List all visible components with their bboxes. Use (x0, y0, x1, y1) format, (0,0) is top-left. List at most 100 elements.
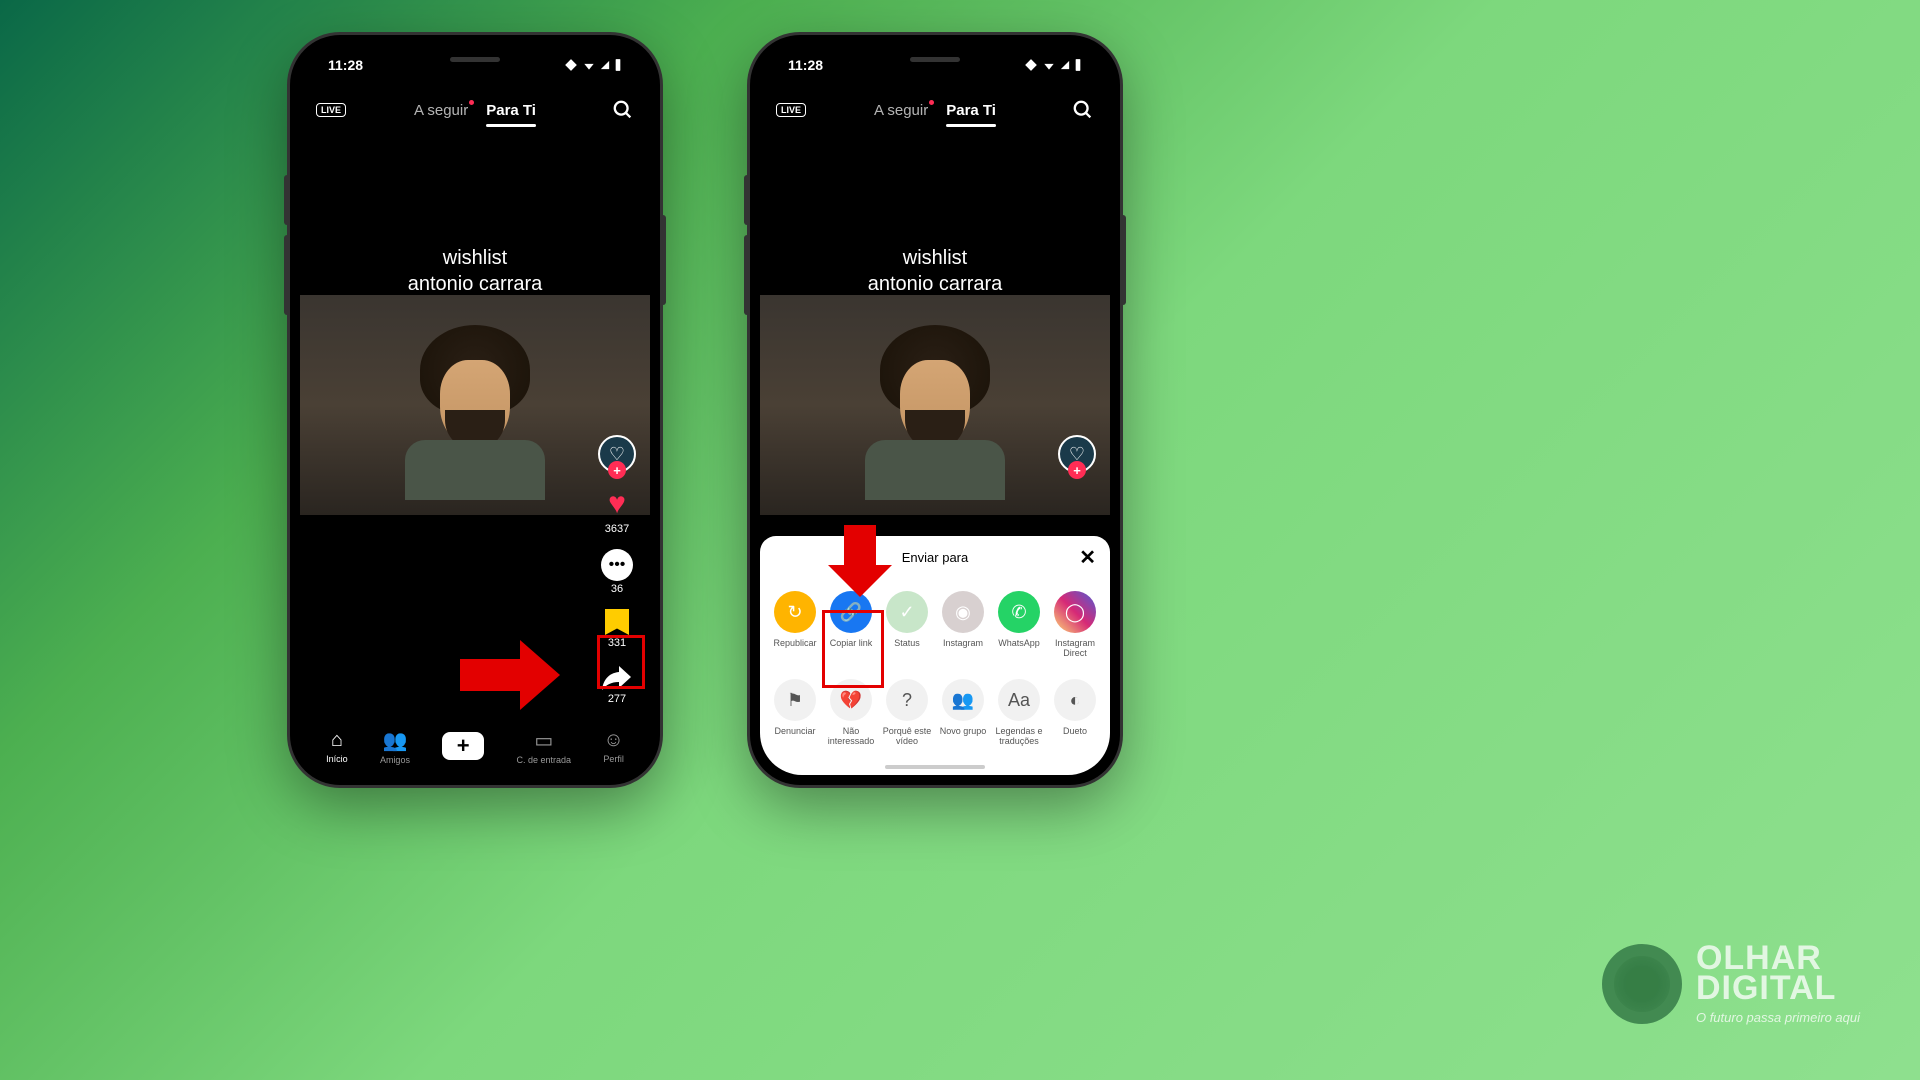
clock-label: 11:28 (788, 57, 823, 73)
share-option-status[interactable]: ✓ Status (880, 591, 934, 659)
brand-line2: DIGITAL (1696, 973, 1860, 1004)
like-button[interactable]: ♥ 3637 (605, 487, 629, 535)
clock-label: 11:28 (328, 57, 363, 73)
arrow-down-icon (828, 525, 892, 597)
action-option-icon: ? (886, 679, 928, 721)
phone-left: 11:28 LIVE A seguir Para Ti wishlist an (290, 35, 660, 785)
top-bar: LIVE A seguir Para Ti (300, 85, 650, 135)
action-option-novo-grupo[interactable]: 👥 Novo grupo (936, 679, 990, 747)
share-option-icon: ◯ (1054, 591, 1096, 633)
create-button[interactable]: + (442, 732, 484, 760)
signal-icon (1060, 58, 1070, 72)
caption-line2: antonio carrara (300, 271, 650, 297)
phone-right: 11:28 LIVE A seguir Para Ti wishlist an (750, 35, 1120, 785)
action-options-row: ⚑ Denunciar 💔Não interessado? Porquê este v… (760, 671, 1110, 765)
sheet-title: Enviar para (902, 550, 968, 565)
action-option-label: Denunciar (774, 727, 815, 737)
nfc-icon (564, 58, 578, 72)
wifi-icon (1042, 58, 1056, 72)
heart-icon: ♥ (608, 487, 626, 521)
close-button[interactable]: ✕ (1079, 545, 1096, 570)
share-option-icon: ↻ (774, 591, 816, 633)
wifi-icon (582, 58, 596, 72)
action-option-label: Legendas e traduções (992, 727, 1046, 747)
share-option-whatsapp[interactable]: ✆ WhatsApp (992, 591, 1046, 659)
share-option-instagram[interactable]: ◉ Instagram (936, 591, 990, 659)
bottom-nav: ⌂Início 👥Amigos + ▭C. de entrada ☺Perfil (300, 717, 650, 775)
video-caption: wishlist antonio carrara (300, 245, 650, 297)
tab-following[interactable]: A seguir (414, 102, 468, 119)
comment-button[interactable]: ••• 36 (601, 549, 633, 595)
share-sheet: Enviar para ✕ ↻Republicar🔗Copiar link✓St… (760, 536, 1110, 775)
action-option-icon: 👥 (942, 679, 984, 721)
share-option-icon: ◉ (942, 591, 984, 633)
share-option-label: Instagram (943, 639, 983, 649)
notch (860, 45, 1010, 73)
brand-tagline: O futuro passa primeiro aqui (1696, 1010, 1860, 1025)
action-option-porquê-este-vídeo[interactable]: ? Porquê este vídeo (880, 679, 934, 747)
action-option-label: Novo grupo (940, 727, 987, 737)
share-option-label: Instagram Direct (1048, 639, 1102, 659)
share-option-icon: ✆ (998, 591, 1040, 633)
share-option-label: Status (894, 639, 920, 649)
share-options-row: ↻Republicar🔗Copiar link✓Status◉Instagram… (760, 579, 1110, 671)
caption-line1: wishlist (760, 245, 1110, 271)
status-icons (564, 58, 622, 72)
status-icons (1024, 58, 1082, 72)
share-option-icon: ✓ (886, 591, 928, 633)
arrow-right-icon (460, 640, 560, 710)
action-option-icon: ◐ (1054, 679, 1096, 721)
share-option-label: Republicar (773, 639, 816, 649)
nav-inbox[interactable]: ▭C. de entrada (517, 728, 572, 765)
profile-avatar[interactable]: ♡ (1058, 435, 1096, 473)
action-option-não-interessado[interactable]: 💔Não interessado (824, 679, 878, 747)
home-icon: ⌂ (331, 729, 343, 752)
share-option-label: WhatsApp (998, 639, 1040, 649)
profile-icon: ☺ (603, 729, 623, 752)
battery-icon (1074, 58, 1082, 72)
action-option-label: Porquê este vídeo (880, 727, 934, 747)
profile-avatar[interactable]: ♡ (598, 435, 636, 473)
share-option-republicar[interactable]: ↻ Republicar (768, 591, 822, 659)
video-frame[interactable] (760, 295, 1110, 515)
action-option-label: Não interessado (824, 727, 878, 747)
action-option-icon: ⚑ (774, 679, 816, 721)
nav-profile[interactable]: ☺Perfil (603, 729, 624, 764)
battery-icon (614, 58, 622, 72)
inbox-icon: ▭ (534, 728, 553, 753)
action-option-denunciar[interactable]: ⚑ Denunciar (768, 679, 822, 747)
comment-icon: ••• (601, 549, 633, 581)
share-count: 277 (608, 693, 626, 705)
signal-icon (600, 58, 610, 72)
caption-line2: antonio carrara (760, 271, 1110, 297)
nav-friends[interactable]: 👥Amigos (380, 728, 410, 765)
search-icon[interactable] (1072, 99, 1094, 121)
action-option-legendas-e-traduções[interactable]: Aa Legendas e traduções (992, 679, 1046, 747)
comment-count: 36 (611, 583, 623, 595)
nav-home[interactable]: ⌂Início (326, 729, 348, 764)
action-sidebar: ♡ (1058, 435, 1096, 473)
share-option-instagram-direct[interactable]: ◯ Instagram Direct (1048, 591, 1102, 659)
tab-for-you[interactable]: Para Ti (486, 102, 536, 119)
search-icon[interactable] (612, 99, 634, 121)
highlight-share (597, 635, 645, 689)
sheet-handle[interactable] (885, 765, 985, 769)
tab-following[interactable]: A seguir (874, 102, 928, 119)
nfc-icon (1024, 58, 1038, 72)
caption-line1: wishlist (300, 245, 650, 271)
video-caption: wishlist antonio carrara (760, 245, 1110, 297)
tab-for-you[interactable]: Para Ti (946, 102, 996, 119)
sheet-header: Enviar para ✕ (760, 536, 1110, 579)
live-icon[interactable]: LIVE (776, 103, 806, 117)
action-option-label: Dueto (1063, 727, 1087, 737)
top-bar: LIVE A seguir Para Ti (760, 85, 1110, 135)
live-icon[interactable]: LIVE (316, 103, 346, 117)
brand-watermark: OLHAR DIGITAL O futuro passa primeiro aq… (1602, 943, 1860, 1025)
bookmark-icon (605, 609, 629, 635)
brand-logo-icon (1602, 944, 1682, 1024)
action-option-dueto[interactable]: ◐ Dueto (1048, 679, 1102, 747)
like-count: 3637 (605, 523, 629, 535)
notch (400, 45, 550, 73)
action-sidebar: ♡ ♥ 3637 ••• 36 331 277 (598, 435, 636, 757)
action-option-icon: Aa (998, 679, 1040, 721)
